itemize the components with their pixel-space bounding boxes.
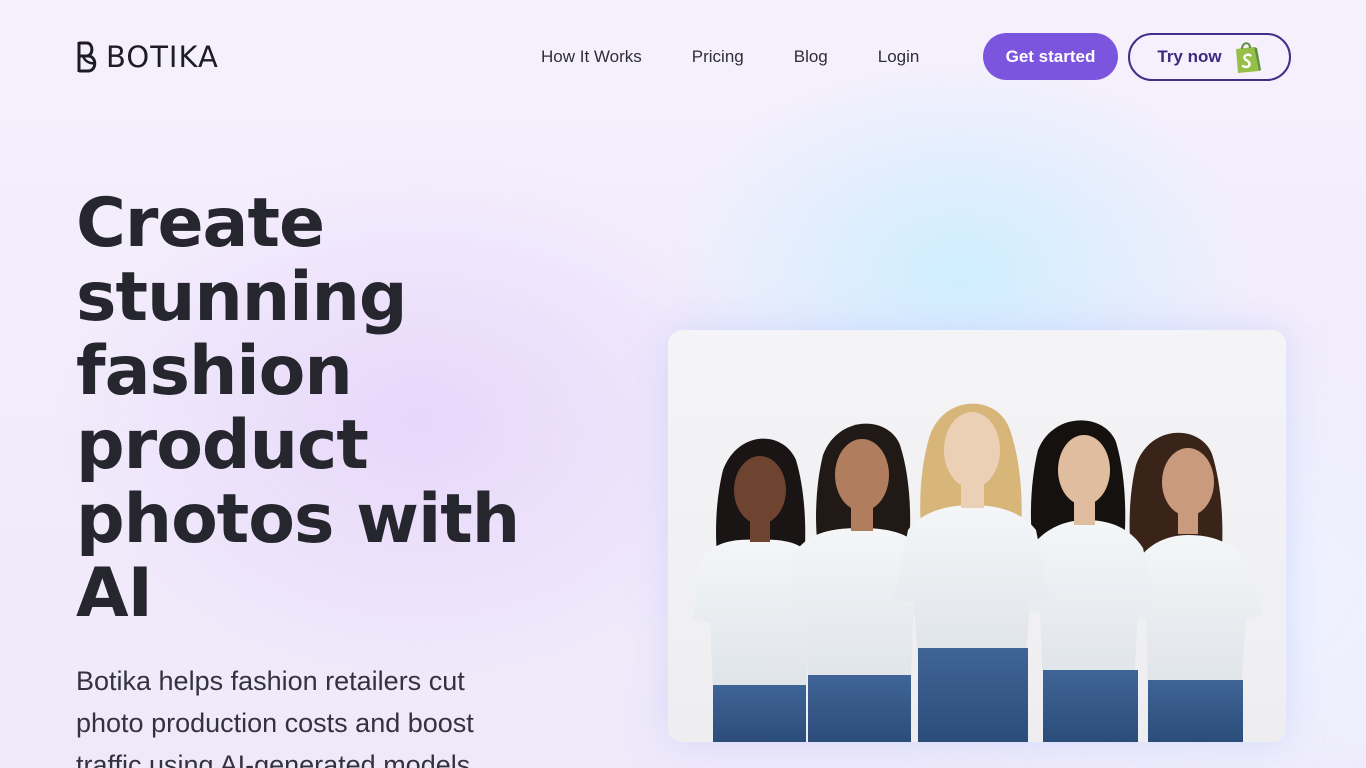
hero-title-line: photos with: [76, 480, 520, 559]
nav-blog[interactable]: Blog: [794, 44, 828, 70]
hero-title-line: fashion: [76, 332, 353, 411]
shopify-bag-icon: [1235, 42, 1261, 73]
hero-subtitle-line: photo production costs and boost: [76, 708, 474, 738]
nav-how-it-works[interactable]: How It Works: [541, 44, 642, 70]
model-figure: [894, 403, 1050, 742]
hero-title-line: product: [76, 406, 369, 485]
hero-subtitle-line: Botika helps fashion retailers cut: [76, 666, 465, 696]
main-nav: How It Works Pricing Blog Login: [541, 44, 919, 70]
brand-logo[interactable]: BOTIKA: [76, 40, 219, 74]
try-now-label: Try now: [1157, 47, 1222, 66]
hero-title-line: Create: [76, 184, 325, 263]
hero-title: Create stunning fashion product photos w…: [76, 187, 596, 631]
try-now-button[interactable]: Try now: [1128, 33, 1291, 81]
nav-login[interactable]: Login: [878, 44, 920, 70]
hero-title-line: AI: [76, 554, 153, 633]
brand-name: BOTIKA: [106, 40, 219, 74]
nav-pricing[interactable]: Pricing: [692, 44, 744, 70]
botika-logo-icon: [77, 41, 97, 73]
hero-title-line: stunning: [76, 258, 408, 337]
get-started-button[interactable]: Get started: [983, 33, 1118, 80]
hero-subtitle: Botika helps fashion retailers cut photo…: [76, 660, 556, 768]
hero-image: [668, 330, 1286, 742]
hero-subtitle-line: traffic using AI-generated models: [76, 750, 471, 768]
models-illustration: [693, 403, 1263, 742]
site-header: BOTIKA How It Works Pricing Blog Login G…: [0, 0, 1366, 112]
